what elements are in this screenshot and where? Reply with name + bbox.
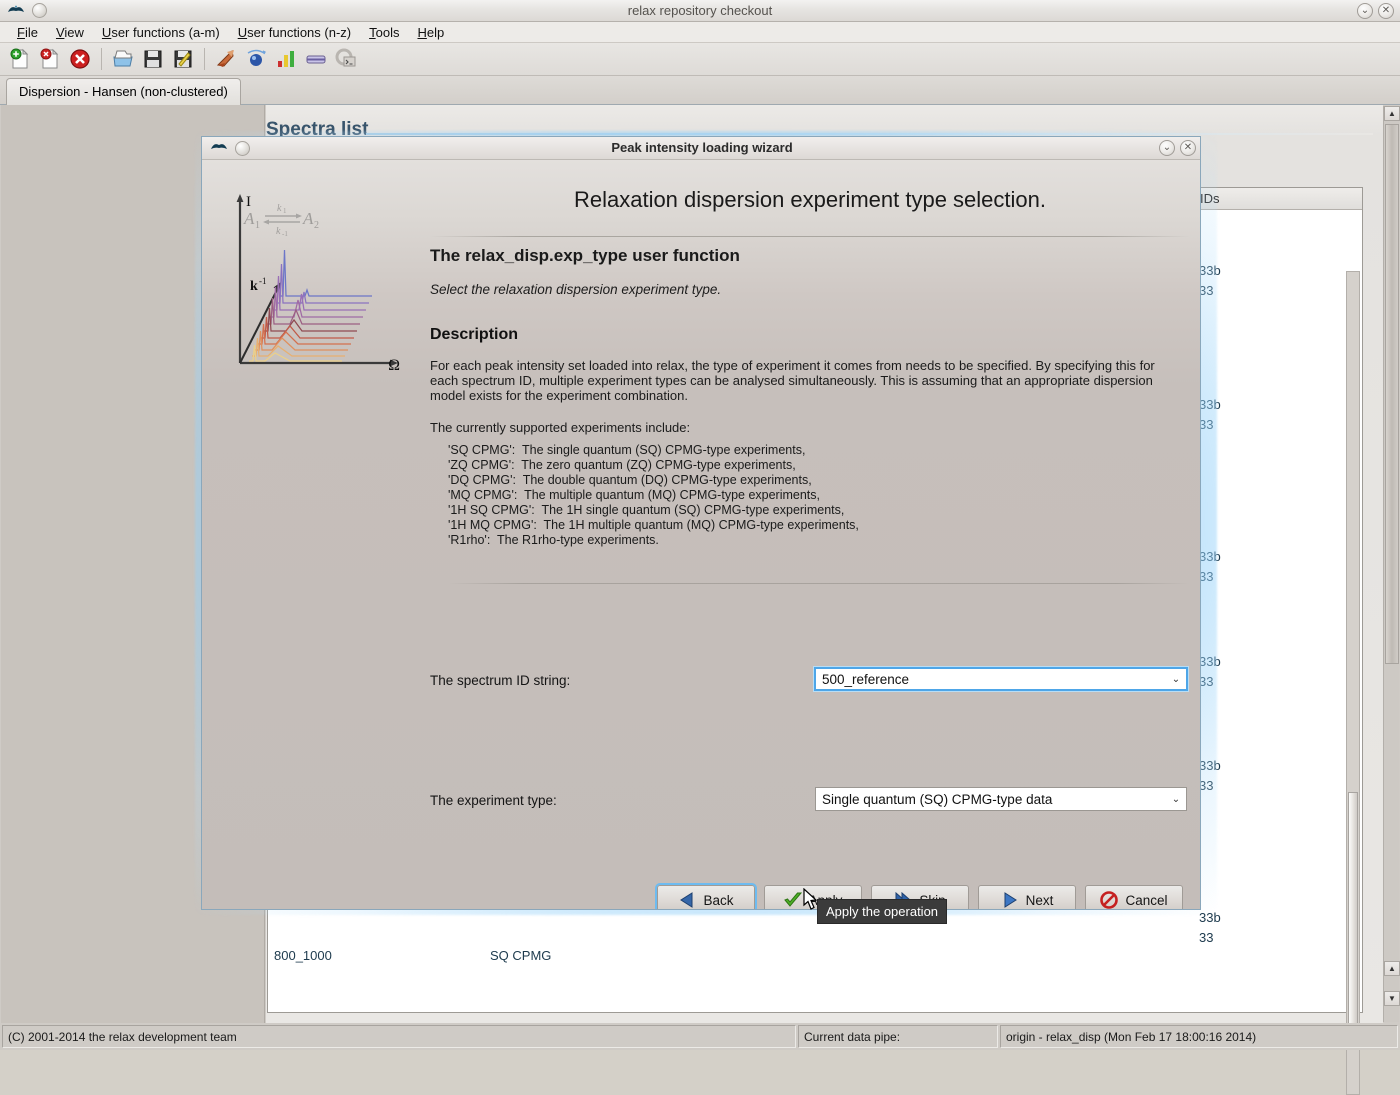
next-button-label: Next [1026, 893, 1054, 908]
menubar: File View User functions (a-m) User func… [0, 22, 1400, 43]
scroll-up-small-icon[interactable]: ▲ [1384, 961, 1400, 976]
main-window: relax repository checkout ⌄ ✕ File View … [0, 0, 1400, 1050]
description-paragraph-2: The currently supported experiments incl… [430, 420, 1162, 435]
menu-user-functions-am[interactable]: User functions (a-m) [93, 23, 229, 42]
status-pipe-value: origin - relax_disp (Mon Feb 17 18:00:16… [1000, 1025, 1398, 1048]
back-button[interactable]: Back [657, 885, 755, 910]
next-button[interactable]: Next [978, 885, 1076, 910]
dialog-heading: Relaxation dispersion experiment type se… [430, 187, 1190, 213]
dialog-title: Peak intensity loading wizard [202, 140, 1201, 155]
scrollbar-thumb[interactable] [1385, 124, 1399, 664]
svg-text:k: k [250, 279, 258, 294]
tooltip: Apply the operation [817, 899, 947, 924]
chevron-down-icon[interactable]: ⌄ [1166, 669, 1186, 689]
menu-file[interactable]: File [8, 23, 47, 42]
svg-text:-1: -1 [259, 276, 267, 286]
experiment-type-value: Single quantum (SQ) CPMG-type data [816, 792, 1166, 807]
prompt-icon[interactable] [332, 45, 360, 73]
cell-spectrum-id: 800_1000 [274, 948, 332, 963]
data-pipe-editor-icon[interactable] [302, 45, 330, 73]
tab-dispersion-hansen[interactable]: Dispersion - Hansen (non-clustered) [6, 78, 241, 105]
svg-text:k: k [276, 226, 281, 237]
back-button-label: Back [703, 893, 733, 908]
close-icon[interactable]: ✕ [1180, 140, 1196, 156]
close-icon[interactable]: ✕ [1378, 3, 1394, 19]
window-titlebar: relax repository checkout ⌄ ✕ [0, 0, 1400, 22]
svg-text:Ω: Ω [388, 357, 400, 374]
experiment-type-label: The experiment type: [430, 793, 557, 808]
column-header-ids[interactable]: IDs [1193, 191, 1362, 208]
spectra-table-scrollbar[interactable] [1346, 271, 1360, 1095]
table-row[interactable]: 33 [268, 929, 1362, 949]
new-analysis-icon[interactable] [6, 45, 34, 73]
cell-experiment: SQ CPMG [490, 948, 551, 963]
save-state-icon[interactable] [139, 45, 167, 73]
chevron-down-icon[interactable]: ⌄ [1159, 140, 1175, 156]
svg-text:1: 1 [283, 207, 287, 215]
svg-text:-1: -1 [282, 230, 288, 238]
mouse-cursor [803, 888, 819, 915]
check-mark-icon [784, 891, 802, 909]
svg-text:A: A [243, 209, 255, 228]
window-controls: ⌄ ✕ [1357, 3, 1394, 19]
cell-ids: 33 [1199, 930, 1213, 945]
dialog-window-controls: ⌄ ✕ [1159, 140, 1196, 156]
relax-rocket-icon[interactable] [212, 45, 240, 73]
peak-intensity-loading-wizard-dialog: Peak intensity loading wizard ⌄ ✕ I [201, 136, 1201, 910]
window-scrollbar-vertical[interactable]: ▲ ▲ ▼ [1383, 106, 1399, 1022]
spectrum-id-label: The spectrum ID string: [430, 673, 570, 688]
experiment-type-combo[interactable]: Single quantum (SQ) CPMG-type data ⌄ [815, 787, 1187, 811]
spin-viewer-icon[interactable] [242, 45, 270, 73]
close-all-analyses-icon[interactable] [66, 45, 94, 73]
chevron-down-icon[interactable]: ⌄ [1166, 788, 1186, 810]
description-heading: Description [430, 326, 518, 344]
heading-divider [430, 236, 1190, 237]
svg-text:A: A [302, 209, 314, 228]
spectrum-id-value: 500_reference [816, 672, 1166, 687]
status-copyright: (C) 2001-2014 the relax development team [2, 1025, 796, 1048]
window-title: relax repository checkout [0, 3, 1400, 18]
user-function-subtitle: Select the relaxation dispersion experim… [430, 282, 721, 297]
back-arrow-icon [678, 891, 696, 909]
svg-text:k: k [277, 203, 282, 214]
dialog-body: I k -1 Ω A 1 A 2 k 1 [202, 160, 1201, 910]
cancel-forbidden-icon [1100, 891, 1118, 909]
open-state-icon[interactable] [109, 45, 137, 73]
menu-view[interactable]: View [47, 23, 93, 42]
scrollbar-thumb[interactable] [1348, 792, 1358, 1032]
analysis-tabstrip: Dispersion - Hansen (non-clustered) [0, 76, 1400, 105]
statusbar: (C) 2001-2014 the relax development team… [0, 1023, 1400, 1050]
svg-text:2: 2 [314, 220, 319, 231]
relaxation-dispersion-diagram: I k -1 Ω A 1 A 2 k 1 [220, 188, 412, 378]
menu-tools[interactable]: Tools [360, 23, 408, 42]
menu-user-functions-nz[interactable]: User functions (n-z) [229, 23, 360, 42]
save-as-icon[interactable] [169, 45, 197, 73]
description-paragraph-1: For each peak intensity set loaded into … [430, 358, 1162, 403]
table-row[interactable]: 800_1000 SQ CPMG [268, 947, 1362, 967]
toolbar-separator [101, 48, 102, 70]
next-arrow-icon [1001, 891, 1019, 909]
spectrum-id-combo[interactable]: 500_reference ⌄ [814, 667, 1188, 691]
form-divider [448, 583, 1190, 584]
close-analysis-icon[interactable] [36, 45, 64, 73]
dialog-titlebar: Peak intensity loading wizard ⌄ ✕ [202, 137, 1201, 160]
menu-help[interactable]: Help [408, 23, 453, 42]
scroll-up-icon[interactable]: ▲ [1384, 106, 1400, 121]
svg-text:I: I [246, 194, 251, 210]
user-function-title: The relax_disp.exp_type user function [430, 246, 740, 266]
svg-text:1: 1 [255, 220, 260, 231]
results-viewer-icon[interactable] [272, 45, 300, 73]
cancel-button-label: Cancel [1125, 893, 1167, 908]
scroll-down-icon[interactable]: ▼ [1384, 991, 1400, 1006]
cancel-button[interactable]: Cancel [1085, 885, 1183, 910]
toolbar [0, 43, 1400, 76]
chevron-down-icon[interactable]: ⌄ [1357, 3, 1373, 19]
toolbar-separator [204, 48, 205, 70]
dialog-main-column: Relaxation dispersion experiment type se… [430, 160, 1201, 910]
supported-experiments-list: 'SQ CPMG': The single quantum (SQ) CPMG-… [448, 443, 1168, 548]
status-pipe-label: Current data pipe: [798, 1025, 998, 1048]
